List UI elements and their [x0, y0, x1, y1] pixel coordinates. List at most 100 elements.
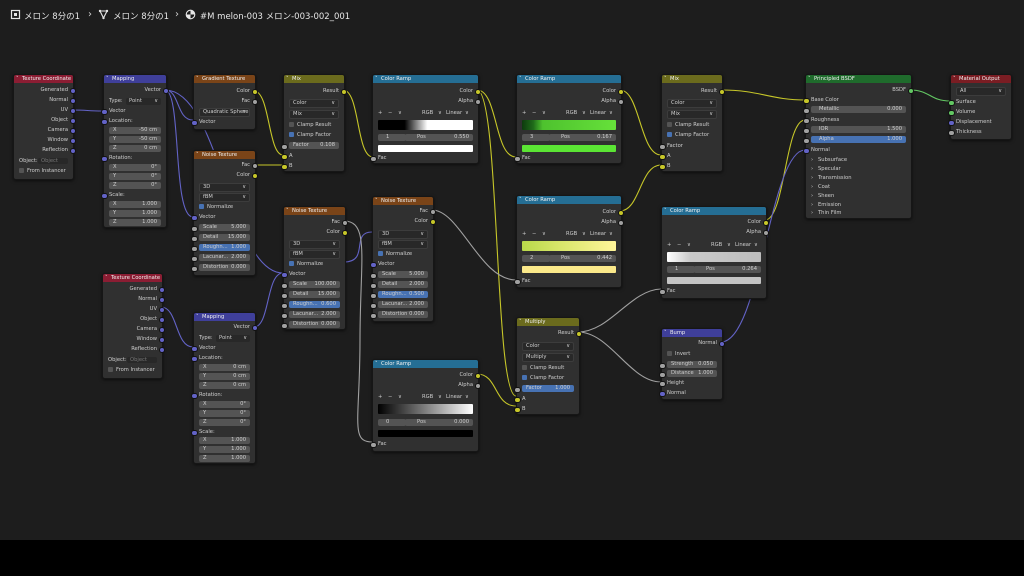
- from-instancer-checkbox[interactable]: From Instancer: [108, 366, 155, 374]
- dimensions-dropdown[interactable]: 3D ∨: [199, 183, 250, 192]
- add-stop-button[interactable]: +: [522, 230, 526, 238]
- output-reflection[interactable]: Reflection: [103, 345, 165, 353]
- socket[interactable]: [370, 261, 377, 268]
- socket[interactable]: [718, 88, 725, 95]
- output-vector[interactable]: Vector: [104, 86, 169, 94]
- output-normal[interactable]: Normal: [662, 339, 725, 347]
- color-mode-dropdown[interactable]: RGB: [566, 230, 577, 238]
- clamp-factor-checkbox[interactable]: Clamp Factor: [522, 374, 564, 382]
- add-stop-button[interactable]: +: [667, 241, 671, 249]
- socket[interactable]: [514, 386, 521, 393]
- checkbox-box[interactable]: [199, 204, 204, 209]
- output-fac[interactable]: Fac: [373, 207, 436, 215]
- location-y-field[interactable]: Y -50 cm: [109, 136, 161, 143]
- remove-stop-button[interactable]: −: [388, 109, 392, 117]
- socket[interactable]: [101, 118, 108, 125]
- node-header[interactable]: ˅ Noise Texture: [373, 197, 433, 205]
- dimensions-dropdown[interactable]: 3D ∨: [289, 240, 340, 249]
- input-a[interactable]: A: [281, 152, 344, 160]
- panel-emission[interactable]: › Emission: [806, 201, 911, 209]
- input-b[interactable]: B: [514, 405, 579, 413]
- clamp-factor-checkbox[interactable]: Clamp Factor: [289, 131, 331, 139]
- panel-subsurface[interactable]: › Subsurface: [806, 156, 911, 164]
- node-header[interactable]: ˅ Color Ramp: [517, 75, 621, 83]
- lacunarity-field[interactable]: Lacunar... 2.000: [370, 301, 428, 309]
- lacunarity-field[interactable]: Lacunar... 2.000: [281, 311, 340, 319]
- checkbox-box[interactable]: [289, 261, 294, 266]
- remove-stop-button[interactable]: −: [388, 393, 392, 401]
- add-stop-button[interactable]: +: [378, 109, 382, 117]
- interpolation-dropdown[interactable]: Linear: [446, 393, 462, 401]
- output-color[interactable]: Color: [517, 208, 624, 216]
- checkbox-box[interactable]: [289, 132, 294, 137]
- checkbox-box[interactable]: [19, 168, 24, 173]
- color-mode-dropdown[interactable]: RGB: [422, 393, 433, 401]
- stop-position-field[interactable]: Pos 0.264: [694, 266, 761, 273]
- output-alpha[interactable]: Alpha: [662, 228, 769, 236]
- output-object[interactable]: Object: [103, 315, 165, 323]
- add-stop-button[interactable]: +: [522, 109, 526, 117]
- node-header[interactable]: ˅ Mapping: [104, 75, 166, 83]
- output-color[interactable]: Color: [373, 87, 481, 95]
- ramp-menu-button[interactable]: ∨: [542, 109, 546, 117]
- socket[interactable]: [191, 235, 198, 242]
- socket[interactable]: [370, 312, 377, 319]
- socket[interactable]: [718, 340, 725, 347]
- output-window[interactable]: Window: [14, 136, 76, 144]
- scale-x-field[interactable]: X 1.000: [109, 201, 161, 208]
- node-header[interactable]: ˅ Color Ramp: [373, 75, 478, 83]
- node-header[interactable]: ˅ Principled BSDF: [806, 75, 911, 83]
- input-fac[interactable]: Fac: [370, 154, 478, 162]
- socket[interactable]: [659, 153, 666, 160]
- output-camera[interactable]: Camera: [103, 325, 165, 333]
- node-header[interactable]: ˅ Texture Coordinate: [14, 75, 73, 83]
- socket[interactable]: [191, 119, 198, 126]
- scale-z-field[interactable]: Z 1.000: [109, 219, 161, 226]
- checkbox-box[interactable]: [667, 132, 672, 137]
- color-ramp-gradient[interactable]: [522, 241, 616, 251]
- socket[interactable]: [803, 147, 810, 154]
- output-bsdf[interactable]: BSDF: [806, 86, 914, 94]
- output-object[interactable]: Object: [14, 116, 76, 124]
- input-displacement[interactable]: Displacement: [948, 118, 1011, 126]
- socket[interactable]: [659, 380, 666, 387]
- socket[interactable]: [803, 107, 810, 114]
- socket[interactable]: [251, 172, 258, 179]
- output-result[interactable]: Result: [284, 87, 347, 95]
- output-alpha[interactable]: Alpha: [517, 218, 624, 226]
- stop-position-field[interactable]: Pos 0.167: [549, 134, 616, 141]
- distortion-field[interactable]: Distortion 0.000: [370, 311, 428, 319]
- socket[interactable]: [101, 192, 108, 199]
- stop-index-field[interactable]: 2: [522, 255, 550, 262]
- socket[interactable]: [101, 155, 108, 162]
- data-type-dropdown[interactable]: Color ∨: [667, 99, 717, 108]
- blend-mode-dropdown[interactable]: Mix ∨: [667, 110, 717, 119]
- color-ramp-node[interactable]: ˅ Color Ramp Color Alpha + − ∨ RGB ∨ Line…: [370, 74, 481, 164]
- socket[interactable]: [474, 98, 481, 105]
- output-color[interactable]: Color: [194, 171, 258, 179]
- socket[interactable]: [514, 396, 521, 403]
- type-dropdown[interactable]: Point ∨: [126, 97, 161, 105]
- data-type-dropdown[interactable]: Color ∨: [522, 342, 574, 351]
- location-z-field[interactable]: Z 0 cm: [199, 382, 250, 389]
- color-ramp-node[interactable]: ˅ Color Ramp Color Alpha + − ∨ RGB ∨ Line…: [514, 74, 624, 164]
- socket[interactable]: [659, 288, 666, 295]
- output-generated[interactable]: Generated: [103, 285, 165, 293]
- detail-field[interactable]: Detail 2.000: [370, 281, 428, 289]
- noise-type-dropdown[interactable]: fBM ∨: [289, 250, 340, 259]
- panel-transmission[interactable]: › Transmission: [806, 174, 911, 182]
- socket[interactable]: [281, 163, 288, 170]
- input-fac[interactable]: Fac: [514, 277, 621, 285]
- noise-type-dropdown[interactable]: fBM ∨: [378, 240, 428, 249]
- output-uv[interactable]: UV: [14, 106, 76, 114]
- output-color[interactable]: Color: [517, 87, 624, 95]
- node-header[interactable]: ˅ Texture Coordinate: [103, 274, 162, 282]
- mapping-node[interactable]: ˅ Mapping Vector Type: Point ∨ Vector Locat…: [101, 74, 169, 228]
- roughness-field[interactable]: Roughn... 0.600: [281, 301, 340, 309]
- socket[interactable]: [158, 296, 165, 303]
- mix-node[interactable]: ˅ Mix Result Color ∨ Mix ∨ Clamp Result Cla…: [281, 74, 347, 172]
- color-ramp-gradient[interactable]: [522, 120, 616, 130]
- type-row[interactable]: Type: Point ∨: [104, 97, 166, 105]
- socket[interactable]: [281, 282, 288, 289]
- output-alpha[interactable]: Alpha: [517, 97, 624, 105]
